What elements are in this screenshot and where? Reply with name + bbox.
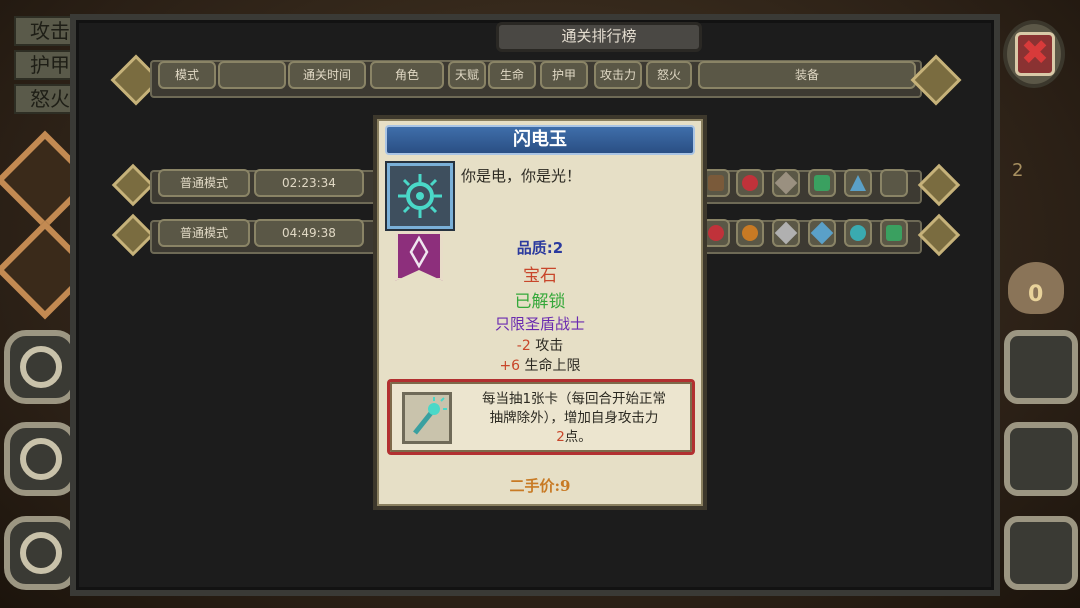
row-mode: 普通模式 [158,169,250,197]
item-type: 宝石 [523,266,557,286]
leaderboard-header: 模式 通关时间 角色 天赋 生命 护甲 攻击力 怒火 装备 [110,54,962,106]
lightning-jade-icon [387,163,453,229]
item-name: 闪电玉 [385,125,695,155]
header-hp: 生命 [488,61,536,89]
equipment-slot[interactable] [880,169,908,197]
item-stat-max-hp: +6 生命上限 [377,355,703,375]
equipment-slot[interactable] [844,219,872,247]
header-blank [218,61,286,89]
bg-stat-attack: 攻击 [14,16,74,46]
item-tooltip: 闪电玉 你是电，你是光！ 品质:2 宝石 已解锁 只限圣盾战士 -2 攻击 +6… [373,115,707,510]
header-mode: 模式 [158,61,216,89]
bg-slot [4,422,78,496]
equipment-slot[interactable] [736,169,764,197]
header-equipment: 装备 [698,61,916,89]
header-hero: 角色 [370,61,444,89]
effect-line: 每当抽1张卡（每回合开始正常 [481,391,667,407]
header-attack: 攻击力 [594,61,642,89]
bg-stat-armor: 护甲 [14,50,74,80]
equipment-slot[interactable] [880,219,908,247]
equipment-slot[interactable] [772,219,800,247]
item-flavor-text: 你是电，你是光！ [461,167,582,185]
effect-value: 2 [556,429,565,445]
row-mode: 普通模式 [158,219,250,247]
bar-ornament [111,163,155,207]
item-effect-box: 每当抽1张卡（每回合开始正常 抽牌除外），增加自身攻击力 2点。 [387,379,695,455]
row-time: 04:49:38 [254,219,364,247]
bar-ornament [111,213,155,257]
stat-value: +6 [499,358,521,374]
item-stat-attack: -2 攻击 [377,335,703,355]
equipment-slot[interactable] [736,219,764,247]
close-button[interactable]: ✖ [1003,20,1065,88]
game-screen: 攻击 护甲 怒火 2 0 通关排行榜 ✖ 模式 通关时间 角色 天赋 生命 护甲… [0,0,1080,608]
stat-label: 生命上限 [520,358,581,374]
item-class-restriction: 只限圣盾战士 [494,315,585,333]
item-quality: 品质:2 [516,239,564,257]
row-time: 02:23:34 [254,169,364,197]
stat-value: -2 [516,338,531,354]
bg-slot [4,516,78,590]
effect-wand-icon [402,392,452,444]
item-resale-price: 二手价:9 [509,477,571,495]
effect-line: 抽牌除外），增加自身攻击力 [489,410,659,426]
equipment-slot[interactable] [808,219,836,247]
header-armor: 护甲 [540,61,588,89]
leaderboard-title: 通关排行榜 [496,22,702,52]
stat-label: 攻击 [530,338,564,354]
header-talent: 天赋 [448,61,486,89]
equipment-slot[interactable] [808,169,836,197]
equipment-slot[interactable] [844,169,872,197]
close-icon[interactable]: ✖ [1015,32,1055,76]
coin-bag-count: 0 [1028,282,1044,307]
bg-slot [4,330,78,404]
bg-slot [1004,422,1078,496]
header-rage: 怒火 [646,61,692,89]
item-effect-text: 每当抽1张卡（每回合开始正常 抽牌除外），增加自身攻击力 2点。 [460,390,688,447]
effect-tail: 点。 [564,429,592,445]
equipment-slot[interactable] [772,169,800,197]
item-unlock-status: 已解锁 [514,292,566,312]
header-time: 通关时间 [288,61,366,89]
side-counter: 2 [1012,160,1024,181]
bg-slot [1004,516,1078,590]
bg-slot [1004,330,1078,404]
bar-ornament [917,213,961,257]
bar-ornament [917,163,961,207]
bg-stat-rage: 怒火 [14,84,74,114]
